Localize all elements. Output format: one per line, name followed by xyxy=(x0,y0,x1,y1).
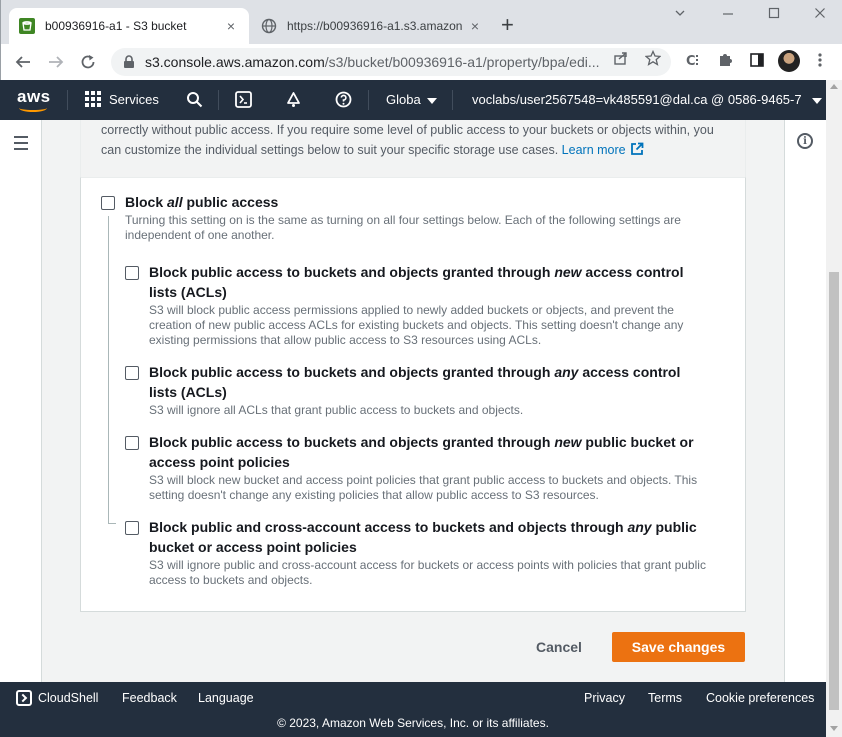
reload-icon[interactable] xyxy=(76,50,100,74)
block-new-acls-description: S3 will block public access permissions … xyxy=(149,303,684,347)
services-grid-icon xyxy=(85,91,101,107)
learn-more-link[interactable]: Learn more xyxy=(561,142,644,157)
minimize-icon[interactable] xyxy=(721,6,735,23)
cloudshell-link[interactable]: CloudShell xyxy=(16,690,98,706)
new-tab-button[interactable]: + xyxy=(501,14,514,36)
block-new-policies-title: Block public access to buckets and objec… xyxy=(149,434,694,470)
browser-tab-s3-bucket[interactable]: b00936916-a1 - S3 bucket × xyxy=(9,8,249,44)
bookmark-star-icon[interactable] xyxy=(644,49,662,69)
close-window-icon[interactable] xyxy=(813,6,827,23)
maximize-icon[interactable] xyxy=(767,6,781,23)
aws-smile-icon xyxy=(19,104,47,112)
close-tab-icon[interactable]: × xyxy=(223,18,239,34)
page-scrollbar[interactable] xyxy=(826,80,842,737)
help-icon[interactable] xyxy=(335,91,352,111)
block-any-acls-description: S3 will ignore all ACLs that grant publi… xyxy=(149,403,524,417)
language-link[interactable]: Language xyxy=(198,691,254,705)
browser-tab-s3-url[interactable]: https://b00936916-a1.s3.amazon × xyxy=(251,8,493,44)
block-cross-account-description: S3 will ignore public and cross-account … xyxy=(149,558,706,587)
block-public-access-settings: Block all public access Turning this set… xyxy=(80,177,746,612)
privacy-link[interactable]: Privacy xyxy=(584,691,625,705)
region-selector[interactable]: Globa xyxy=(386,92,437,107)
account-menu[interactable]: voclabs/user2567548=vk485591@dal.ca @ 05… xyxy=(472,92,822,107)
intro-line-2: can customize the individual settings be… xyxy=(101,143,559,157)
extension-icon[interactable]: C xyxy=(685,52,701,71)
block-all-description: Turning this setting on is the same as t… xyxy=(125,213,681,242)
block-cross-account-checkbox[interactable] xyxy=(125,521,139,535)
nav-divider xyxy=(218,90,219,110)
cookie-preferences-link[interactable]: Cookie preferences xyxy=(706,691,814,705)
close-tab-icon[interactable]: × xyxy=(467,18,483,34)
tree-connector xyxy=(108,216,109,523)
extensions-puzzle-icon[interactable] xyxy=(717,52,733,71)
cloudshell-nav-icon[interactable] xyxy=(235,91,252,111)
scroll-thumb[interactable] xyxy=(829,272,839,710)
browser-tab-strip: b00936916-a1 - S3 bucket × https://b0093… xyxy=(0,0,842,44)
learn-more-label: Learn more xyxy=(561,143,626,157)
services-menu[interactable]: Services xyxy=(85,91,159,107)
nav-divider xyxy=(67,90,68,110)
side-panel-icon[interactable] xyxy=(749,52,765,71)
intro-text: correctly without public access. If you … xyxy=(80,120,746,177)
aws-logo[interactable]: aws xyxy=(17,87,51,112)
s3-favicon-icon xyxy=(19,18,35,34)
services-label: Services xyxy=(109,91,159,107)
url-path: /s3/bucket/b00936916-a1/property/bpa/edi… xyxy=(324,54,600,70)
scroll-down-icon[interactable] xyxy=(830,726,838,731)
caret-down-icon xyxy=(811,97,822,104)
region-label: Globa xyxy=(386,92,421,107)
search-icon[interactable] xyxy=(186,91,203,111)
block-any-acls-title: Block public access to buckets and objec… xyxy=(149,364,681,400)
scroll-up-icon[interactable] xyxy=(830,84,838,89)
save-changes-button[interactable]: Save changes xyxy=(612,632,745,662)
browser-menu-icon[interactable] xyxy=(817,52,823,71)
cloudshell-icon xyxy=(16,690,32,706)
menu-hamburger-icon[interactable] xyxy=(14,136,28,154)
intro-line-1: correctly without public access. If you … xyxy=(101,123,714,137)
share-icon[interactable] xyxy=(613,50,629,69)
block-all-title: Block all public access xyxy=(125,194,279,210)
block-all-checkbox[interactable] xyxy=(101,196,115,210)
tree-connector xyxy=(108,523,116,524)
cloudshell-label: CloudShell xyxy=(38,691,99,705)
info-icon[interactable]: i xyxy=(797,133,813,149)
cancel-button[interactable]: Cancel xyxy=(520,632,598,662)
globe-icon xyxy=(261,18,277,34)
block-cross-account-title: Block public and cross-account access to… xyxy=(149,519,697,555)
aws-top-nav: aws Services Globa voclabs/user2567548=v… xyxy=(0,80,826,120)
external-link-icon xyxy=(630,142,644,162)
address-bar[interactable]: s3.console.aws.amazon.com/s3/bucket/b009… xyxy=(111,48,671,76)
url-domain: s3.console.aws.amazon.com xyxy=(145,54,325,70)
forward-arrow-icon[interactable] xyxy=(44,50,68,74)
nav-divider xyxy=(368,90,369,110)
page-body: i correctly without public access. If yo… xyxy=(0,120,826,682)
nav-divider xyxy=(452,90,453,110)
block-new-acls-checkbox[interactable] xyxy=(125,266,139,280)
account-label: voclabs/user2567548=vk485591@dal.ca @ 05… xyxy=(472,92,802,107)
browser-toolbar: s3.console.aws.amazon.com/s3/bucket/b009… xyxy=(0,44,842,80)
notifications-bell-icon[interactable] xyxy=(285,91,302,111)
right-help-rail: i xyxy=(784,120,826,682)
block-any-acls-checkbox[interactable] xyxy=(125,366,139,380)
profile-avatar[interactable] xyxy=(778,50,800,72)
left-navigation-rail xyxy=(0,120,42,682)
back-arrow-icon[interactable] xyxy=(11,50,35,74)
console-footer: CloudShell Feedback Language Privacy Ter… xyxy=(0,682,826,737)
tab-search-icon[interactable] xyxy=(673,6,687,23)
tab-title: b00936916-a1 - S3 bucket xyxy=(45,19,187,33)
caret-down-icon xyxy=(426,97,437,104)
copyright-text: © 2023, Amazon Web Services, Inc. or its… xyxy=(277,716,549,730)
lock-icon xyxy=(123,55,135,69)
tab-title: https://b00936916-a1.s3.amazon xyxy=(287,19,463,33)
block-new-policies-description: S3 will block new bucket and access poin… xyxy=(149,473,698,502)
svg-text:C: C xyxy=(686,54,696,68)
feedback-link[interactable]: Feedback xyxy=(122,691,177,705)
terms-link[interactable]: Terms xyxy=(648,691,682,705)
block-new-policies-checkbox[interactable] xyxy=(125,436,139,450)
block-new-acls-title: Block public access to buckets and objec… xyxy=(149,264,684,300)
